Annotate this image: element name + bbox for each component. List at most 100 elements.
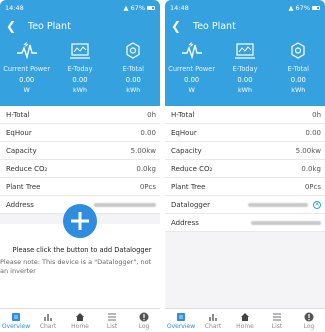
info-row-plant-tree: Plant Tree 0Pcs xyxy=(165,178,325,196)
add-datalogger-area: Please click the button to add Datalogge… xyxy=(0,204,160,312)
row-value: 5.00kw xyxy=(295,146,321,155)
redacted-address xyxy=(251,220,321,225)
status-time: 14:48 xyxy=(5,4,24,12)
tab-chart[interactable]: Chart xyxy=(197,309,229,332)
row-label: EqHour xyxy=(6,128,32,137)
status-battery: 67% xyxy=(295,4,310,12)
summary-e-total: E-Total 0.00 kWh xyxy=(272,36,325,106)
redacted-address xyxy=(94,202,156,207)
datalogger-value-group: ✕ xyxy=(248,200,321,209)
battery-icon xyxy=(312,6,320,10)
bar-chart-icon xyxy=(208,311,218,322)
redacted-datalogger-serial xyxy=(248,202,308,207)
summary-unit: W xyxy=(188,86,195,94)
row-label: H-Total xyxy=(6,110,30,119)
home-icon xyxy=(75,311,85,322)
calendar-chart-icon xyxy=(234,40,256,62)
summary-unit: kWh xyxy=(237,86,253,94)
row-value: 0.00 xyxy=(305,128,321,137)
title-bar: ❮ Teo Plant xyxy=(165,16,325,36)
remove-datalogger-icon[interactable]: ✕ xyxy=(313,200,321,209)
tab-label: Chart xyxy=(204,323,222,330)
summary-current-power: Current Power 0.00 W xyxy=(165,36,218,106)
row-value: 0.0kg xyxy=(136,164,156,173)
tab-home[interactable]: Home xyxy=(229,309,261,332)
chevron-left-icon[interactable]: ❮ xyxy=(6,20,22,32)
title-bar: ❮ Teo Plant xyxy=(0,16,160,36)
row-label: Reduce CO₂ xyxy=(6,164,48,173)
status-bar: 14:48 ▲ 67% xyxy=(0,0,160,16)
overview-icon xyxy=(11,311,21,322)
tab-label: Chart xyxy=(39,323,57,330)
row-label: Datalogger xyxy=(171,200,211,209)
overview-icon xyxy=(176,311,186,322)
tab-label: List xyxy=(271,323,283,330)
home-icon xyxy=(240,311,250,322)
row-label: Address xyxy=(171,218,199,227)
signal-icon: ▲ xyxy=(288,4,294,12)
bar-chart-icon xyxy=(43,311,53,322)
info-row-plant-tree: Plant Tree 0Pcs xyxy=(0,178,160,196)
tab-overview[interactable]: Overview xyxy=(165,309,197,332)
page-title: Teo Plant xyxy=(28,20,71,32)
signal-icon: ▲ xyxy=(123,4,129,12)
tab-label: Log xyxy=(303,323,315,330)
chevron-left-icon[interactable]: ❮ xyxy=(171,20,187,32)
summary-panel: Current Power 0.00 W E-Today 0.00 kWh E-… xyxy=(165,36,325,106)
status-icons: ▲ 67% xyxy=(124,4,155,12)
list-icon xyxy=(272,311,282,322)
tab-overview[interactable]: Overview xyxy=(0,309,32,332)
row-label: Plant Tree xyxy=(6,182,41,191)
tab-label: Home xyxy=(236,323,254,330)
summary-e-today: E-Today 0.00 kWh xyxy=(53,36,106,106)
summary-e-today: E-Today 0.00 kWh xyxy=(218,36,271,106)
row-label: EqHour xyxy=(171,128,197,137)
gear-icon xyxy=(287,40,309,62)
page-title: Teo Plant xyxy=(193,20,236,32)
summary-unit: kWh xyxy=(291,86,306,94)
summary-value: 0.00 xyxy=(184,76,200,84)
summary-value: 0.00 xyxy=(19,76,35,84)
summary-label: Current Power xyxy=(3,65,51,73)
summary-value: 0.00 xyxy=(237,76,253,84)
bottom-tab-bar: Overview Chart Home List Log xyxy=(0,308,160,332)
summary-current-power: Current Power 0.00 W xyxy=(0,36,53,106)
status-time: 14:48 xyxy=(170,4,189,12)
summary-unit: kWh xyxy=(72,86,88,94)
summary-unit: W xyxy=(23,86,30,94)
info-list: H-Total 0h EqHour 0.00 Capacity 5.00kw R… xyxy=(0,106,160,214)
row-label: Address xyxy=(6,200,34,209)
row-value: 0Pcs xyxy=(139,182,156,191)
phone-screen-right: 14:48 ▲ 67% ❮ Teo Plant Current Power 0.… xyxy=(165,0,325,332)
summary-label: Current Power xyxy=(168,65,216,73)
row-value: 5.00kw xyxy=(130,146,156,155)
row-label: Reduce CO₂ xyxy=(171,164,213,173)
info-row-reduce-co2: Reduce CO₂ 0.0kg xyxy=(165,160,325,178)
info-row-address: Address xyxy=(165,214,325,232)
row-value: 0h xyxy=(312,110,321,119)
tab-list[interactable]: List xyxy=(96,309,128,332)
info-row-capacity: Capacity 5.00kw xyxy=(0,142,160,160)
tab-list[interactable]: List xyxy=(261,309,293,332)
tab-label: Home xyxy=(71,323,89,330)
info-icon xyxy=(139,311,149,322)
tab-log[interactable]: Log xyxy=(128,309,160,332)
info-row-datalogger: Datalogger ✕ xyxy=(165,196,325,214)
screenshot-canvas: 14:48 ▲ 67% ❮ Teo Plant Current Power 0.… xyxy=(0,0,325,332)
tab-chart[interactable]: Chart xyxy=(32,309,64,332)
tab-home[interactable]: Home xyxy=(64,309,96,332)
status-icons: ▲ 67% xyxy=(289,4,320,12)
summary-e-total: E-Total 0.00 kWh xyxy=(107,36,160,106)
add-datalogger-hint: Please click the button to add Datalogge… xyxy=(12,246,152,254)
tab-label: List xyxy=(106,323,118,330)
add-datalogger-button[interactable] xyxy=(63,204,97,238)
tab-label: Overview xyxy=(1,323,31,330)
plus-icon xyxy=(71,212,89,230)
calendar-chart-icon xyxy=(69,40,91,62)
row-value: 0h xyxy=(147,110,156,119)
battery-icon xyxy=(147,6,155,10)
tab-log[interactable]: Log xyxy=(293,309,325,332)
gear-icon xyxy=(122,40,144,62)
summary-unit: kWh xyxy=(126,86,141,94)
row-label: Capacity xyxy=(171,146,202,155)
